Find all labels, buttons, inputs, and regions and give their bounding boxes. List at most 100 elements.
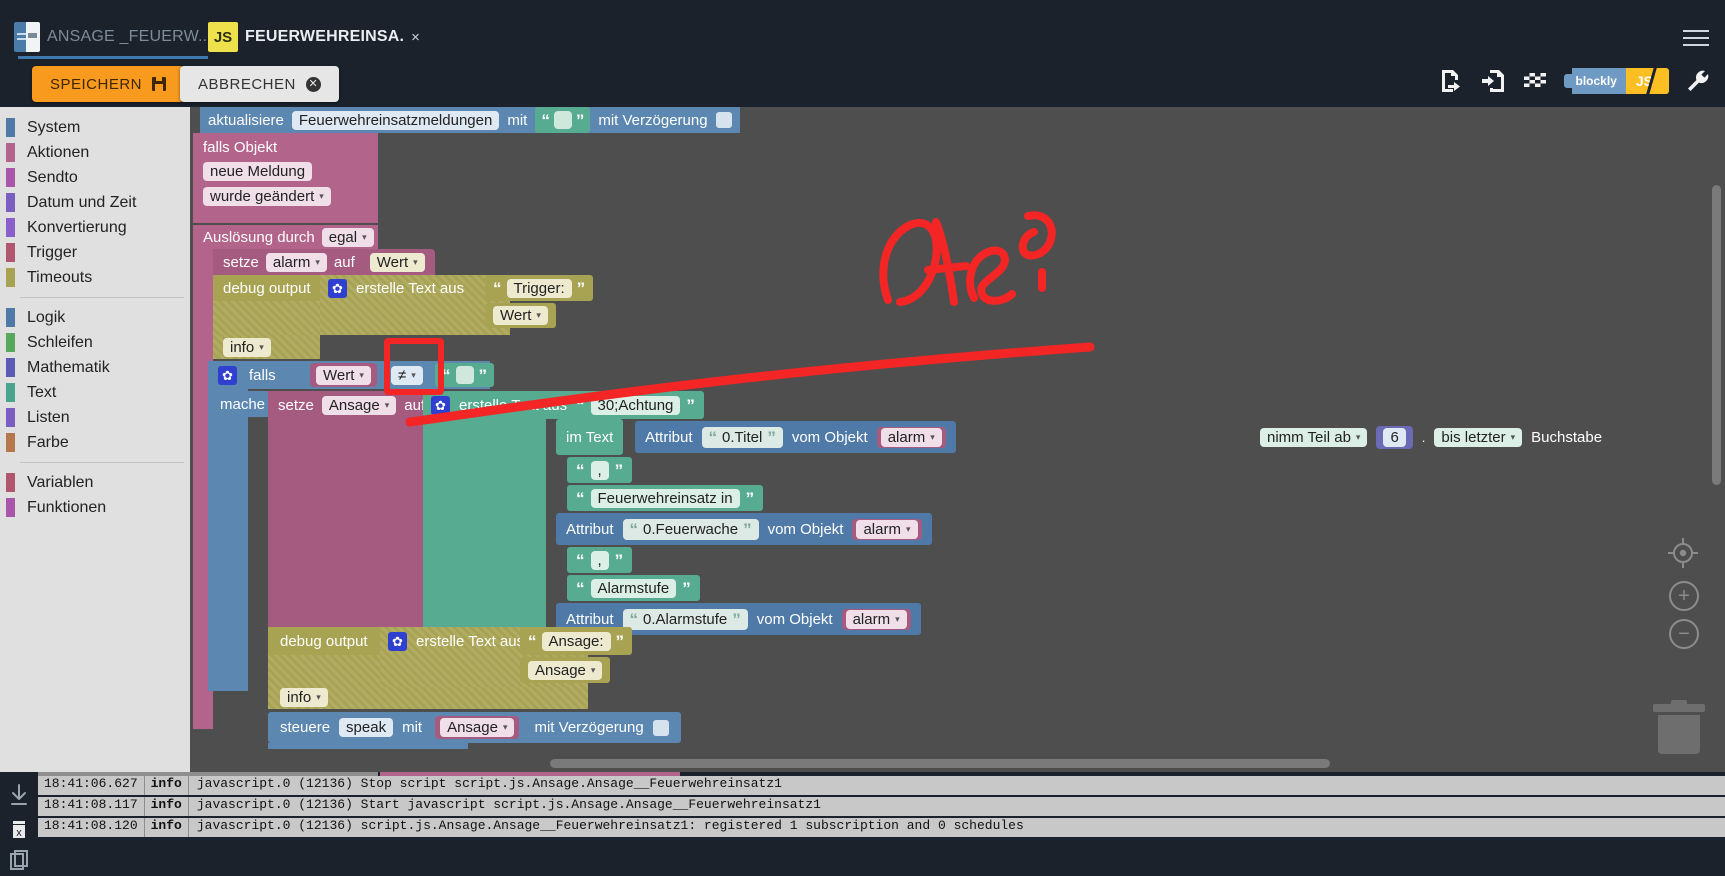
- attr-name-field[interactable]: 0.Alarmstufe: [643, 611, 727, 628]
- create-text-join-header[interactable]: ✿ erstelle Text aus: [423, 391, 576, 419]
- log-level-field[interactable]: info ▾: [280, 687, 328, 707]
- text-input-field[interactable]: [455, 366, 474, 384]
- variable-field[interactable]: Ansage ▾: [528, 660, 603, 680]
- text-field[interactable]: Alarmstufe: [590, 578, 677, 598]
- target-field-speak[interactable]: speak: [339, 718, 394, 737]
- gear-icon[interactable]: ✿: [431, 395, 450, 415]
- debug2-level-row[interactable]: info ▾: [268, 685, 380, 709]
- join-item-text-0[interactable]: “ 30;Achtung ”: [567, 391, 704, 419]
- attr-name-field[interactable]: 0.Feuerwache: [643, 521, 738, 538]
- attribute-block-feuerwache[interactable]: Attribut “ 0.Feuerwache ” vom Objekt ala…: [556, 513, 932, 545]
- zoom-in-button[interactable]: +: [1669, 581, 1699, 611]
- debug1-text-item-1[interactable]: “ Trigger: ”: [485, 275, 594, 301]
- log-row[interactable]: 18:41:08.120 info javascript.0 (12136) s…: [38, 818, 1725, 837]
- toolbox-item-system[interactable]: System: [0, 115, 190, 140]
- variable-field[interactable]: Ansage ▾: [440, 718, 515, 737]
- substring-from-field[interactable]: nimm Teil ab ▾: [1260, 427, 1368, 447]
- attr-name-wrap[interactable]: “ 0.Feuerwache ”: [622, 518, 759, 540]
- copy-icon[interactable]: [9, 850, 29, 870]
- wrench-icon[interactable]: [1685, 68, 1711, 94]
- source-value-field[interactable]: egal ▾: [321, 227, 374, 247]
- block-create-text-join[interactable]: [423, 391, 546, 627]
- text-field[interactable]: ,: [590, 550, 609, 570]
- log-level-field[interactable]: info ▾: [223, 337, 271, 357]
- block-trigger[interactable]: falls Objekt neue Meldung wurde geändert…: [193, 133, 378, 223]
- delay-checkbox[interactable]: [652, 719, 669, 736]
- toolbox-item-sendto[interactable]: Sendto: [0, 165, 190, 190]
- toolbox-item-timeouts[interactable]: Timeouts: [0, 265, 190, 290]
- text-field[interactable]: Feuerwehreinsatz in: [590, 488, 740, 508]
- toolbox-item-schleifen[interactable]: Schleifen: [0, 330, 190, 355]
- center-target-icon[interactable]: [1667, 537, 1699, 574]
- workspace-vertical-scrollbar[interactable]: [1712, 185, 1721, 485]
- attribute-block-titel[interactable]: Attribut “ 0.Titel ” vom Objekt alarm ▾: [635, 421, 956, 453]
- block-compare-operator-wrap[interactable]: ≠ ▾: [386, 363, 428, 387]
- block-set-ansage[interactable]: [268, 391, 426, 627]
- export-file-icon[interactable]: [1438, 68, 1464, 94]
- join-item-text-6[interactable]: “ Alarmstufe ”: [567, 575, 700, 601]
- log-row[interactable]: 18:41:08.117 info javascript.0 (12136) S…: [38, 797, 1725, 816]
- toolbox-item-trigger[interactable]: Trigger: [0, 240, 190, 265]
- compare-operator-field[interactable]: ≠ ▾: [391, 365, 423, 385]
- value-field-wert[interactable]: Wert ▾: [369, 252, 425, 272]
- create-text-2-header[interactable]: ✿ erstelle Text aus: [380, 627, 532, 655]
- save-button[interactable]: SPEICHERN: [32, 66, 185, 102]
- debug1-level-row[interactable]: info ▾: [213, 335, 320, 359]
- attr-name-wrap[interactable]: “ 0.Alarmstufe ”: [622, 608, 748, 630]
- object-block-alarm[interactable]: alarm ▾: [876, 426, 946, 448]
- toolbox-item-datum-und-zeit[interactable]: Datum und Zeit: [0, 190, 190, 215]
- text-value-block[interactable]: “ ”: [535, 107, 591, 133]
- delay-checkbox[interactable]: [715, 112, 732, 128]
- block-control-speak[interactable]: steuere speak mit Ansage ▾ mit Verzögerun…: [268, 712, 681, 743]
- text-field[interactable]: Ansage:: [541, 631, 611, 651]
- zoom-out-button[interactable]: −: [1669, 619, 1699, 649]
- toolbox-item-variablen[interactable]: Variablen: [0, 470, 190, 495]
- text-field[interactable]: Trigger:: [506, 278, 572, 298]
- toolbox-item-aktionen[interactable]: Aktionen: [0, 140, 190, 165]
- text-input-field[interactable]: [553, 111, 572, 129]
- download-arrow-icon[interactable]: [9, 784, 29, 805]
- number-block[interactable]: 6: [1376, 425, 1413, 449]
- block-compare[interactable]: Wert ▾: [310, 363, 377, 387]
- substring-to-field[interactable]: bis letzter ▾: [1434, 427, 1523, 447]
- mode-toggle[interactable]: blockly JS: [1563, 68, 1669, 94]
- trigger-condition-field[interactable]: wurde geändert ▾: [203, 187, 331, 206]
- variable-field-ansage[interactable]: Ansage ▾: [321, 395, 397, 415]
- debug1-text-item-2[interactable]: Wert ▾: [485, 303, 556, 328]
- substring-range-row[interactable]: nimm Teil ab ▾ 6 . bis letzter ▾ Buchstabe: [1260, 421, 1602, 453]
- toolbox-item-logik[interactable]: Logik: [0, 305, 190, 330]
- set-ansage-header[interactable]: setze Ansage ▾ auf: [268, 391, 436, 419]
- object-field[interactable]: alarm ▾: [845, 609, 907, 629]
- block-compare-right-empty-text[interactable]: “ ”: [435, 363, 494, 387]
- tab-feuerwehreinsa[interactable]: JS FEUERWEHREINSA. ×: [200, 20, 428, 54]
- toolbox-item-mathematik[interactable]: Mathematik: [0, 355, 190, 380]
- import-file-icon[interactable]: [1480, 68, 1506, 94]
- log-row[interactable]: 18:41:06.627 info javascript.0 (12136) S…: [38, 776, 1725, 795]
- toolbox-item-listen[interactable]: Listen: [0, 405, 190, 430]
- object-field[interactable]: Feuerwehreinsatzmeldungen: [291, 110, 500, 130]
- blockly-workspace[interactable]: aktualisiere Feuerwehreinsatzmeldungen m…: [190, 107, 1725, 772]
- debug-output-1-header[interactable]: debug output: [213, 275, 321, 301]
- trash-icon[interactable]: [1653, 700, 1705, 754]
- block-update-state[interactable]: aktualisiere Feuerwehreinsatzmeldungen m…: [200, 107, 740, 133]
- toolbox-item-konvertierung[interactable]: Konvertierung: [0, 215, 190, 240]
- join-item-text-2[interactable]: “ , ”: [567, 457, 633, 483]
- compare-left-field[interactable]: Wert ▾: [316, 365, 371, 385]
- debug-output-2-header[interactable]: debug output: [268, 627, 380, 655]
- join-item-substring-1[interactable]: im Text: [556, 419, 624, 455]
- create-text-1-header[interactable]: ✿ erstelle Text aus: [320, 275, 472, 301]
- join-item-text-3[interactable]: “ Feuerwehreinsatz in ”: [567, 485, 764, 511]
- block-trigger-source[interactable]: Auslösung durch egal ▾: [193, 225, 378, 249]
- object-block-alarm[interactable]: alarm ▾: [852, 518, 922, 540]
- text-field[interactable]: ,: [590, 460, 609, 480]
- attr-name-wrap[interactable]: “ 0.Titel ”: [701, 426, 783, 448]
- text-field[interactable]: 30;Achtung: [590, 395, 681, 415]
- trigger-object-field[interactable]: neue Meldung: [203, 162, 313, 181]
- checkered-flag-icon[interactable]: [1522, 68, 1548, 94]
- object-block-alarm[interactable]: alarm ▾: [841, 608, 911, 630]
- variable-field[interactable]: Wert ▾: [493, 306, 548, 325]
- toolbox-item-funktionen[interactable]: Funktionen: [0, 495, 190, 520]
- toolbox-item-text[interactable]: Text: [0, 380, 190, 405]
- clear-log-icon[interactable]: x: [9, 818, 29, 839]
- debug2-text-item-1[interactable]: “ Ansage: ”: [520, 627, 633, 655]
